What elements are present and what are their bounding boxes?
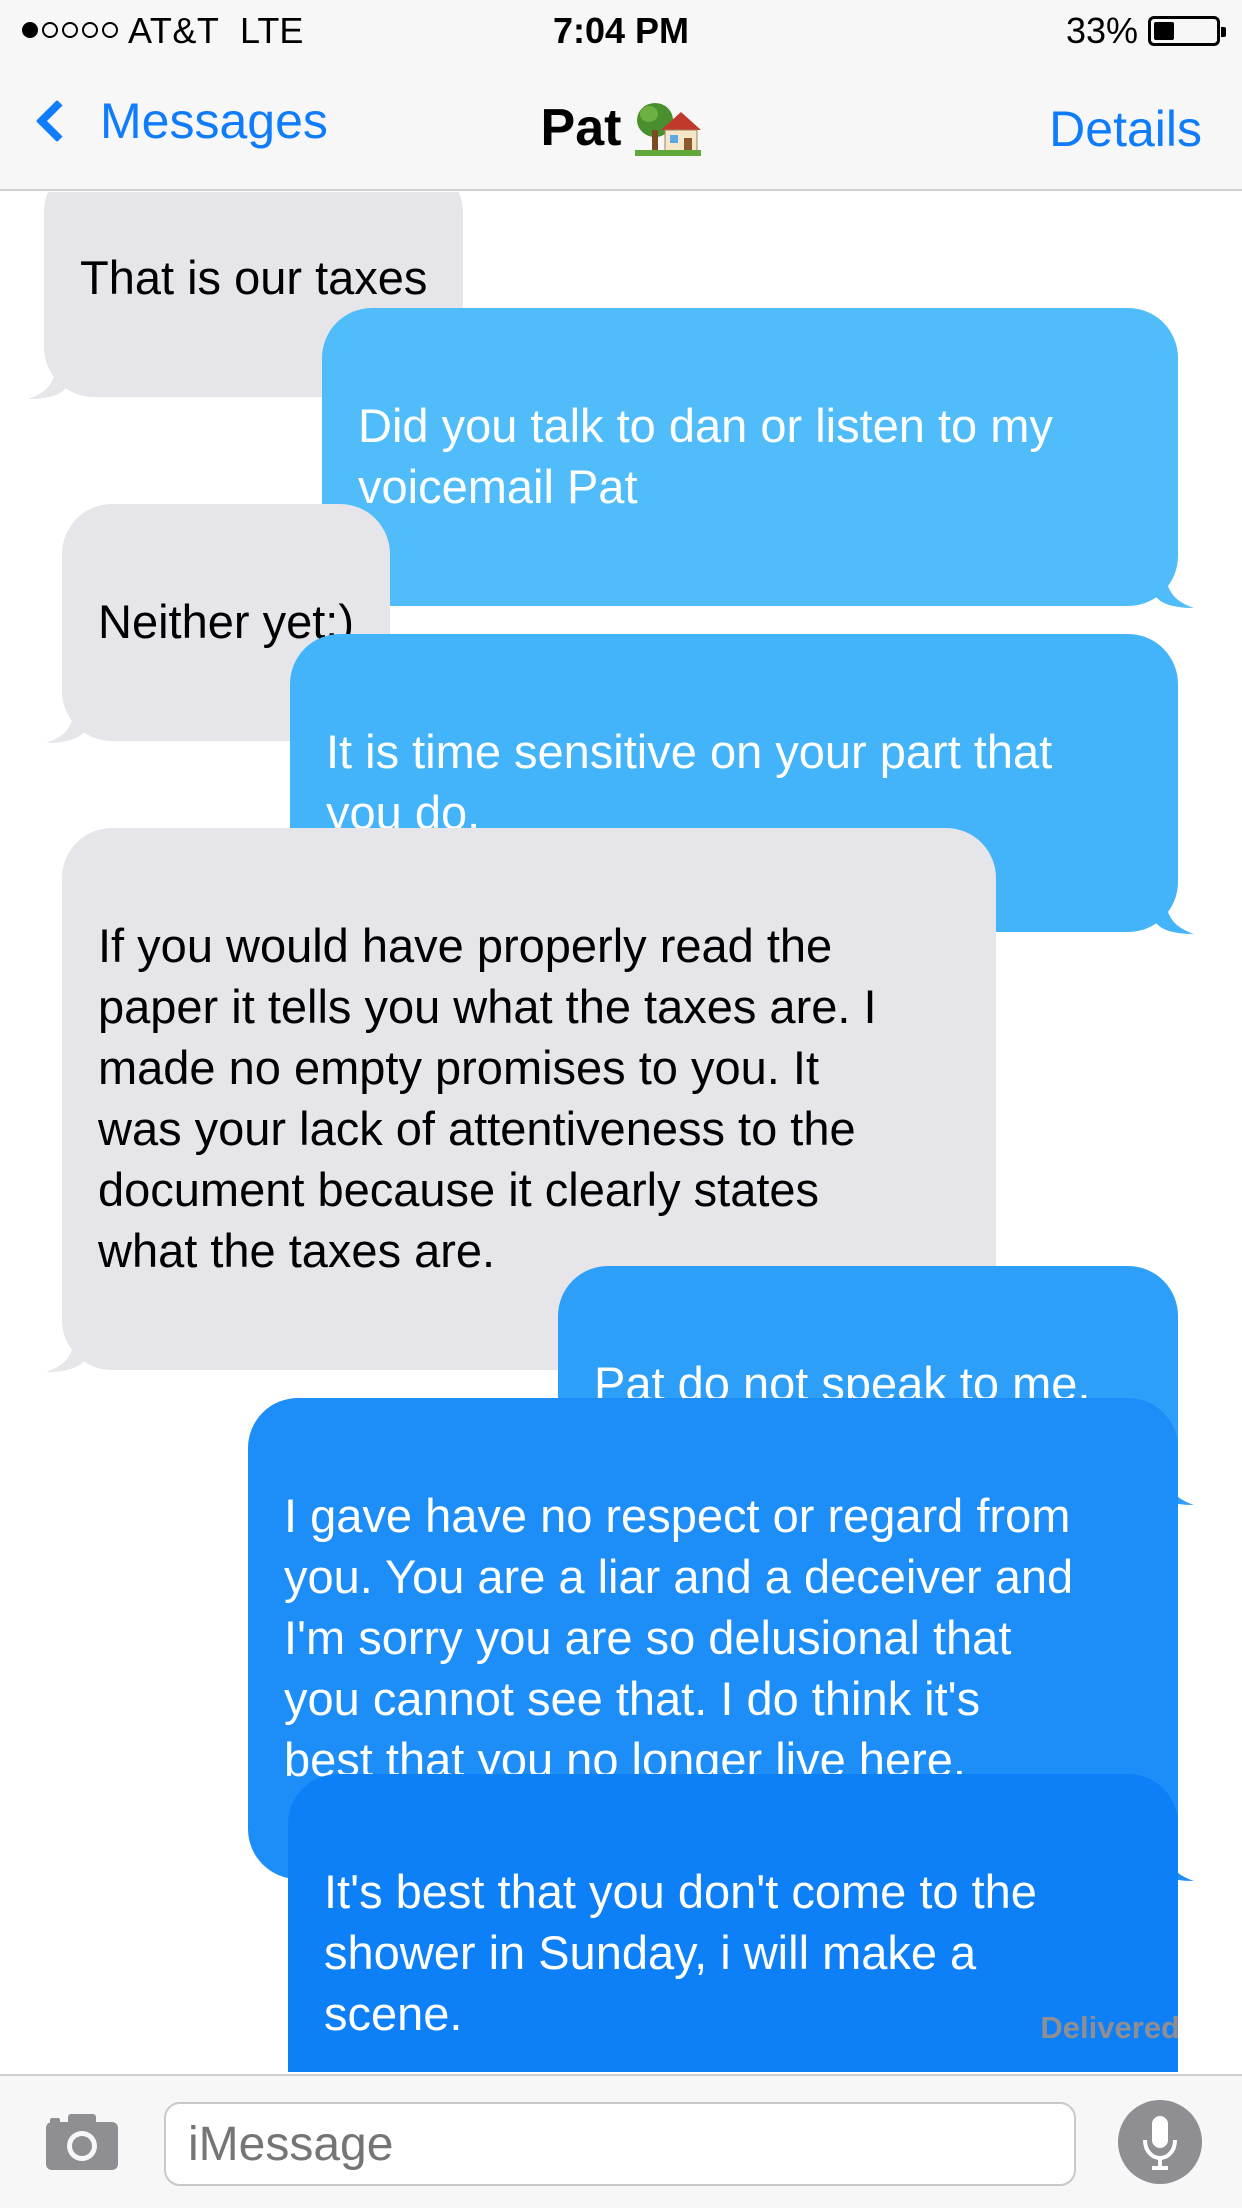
bubble-tail xyxy=(46,1336,86,1372)
battery-level xyxy=(1154,22,1174,40)
compose-bar xyxy=(0,2074,1242,2208)
battery-icon xyxy=(1148,16,1226,46)
status-bar: AT&T LTE 7:04 PM 33% xyxy=(0,0,1242,62)
status-time: 7:04 PM xyxy=(552,10,690,51)
message-thread[interactable]: That is our taxes Did you talk to dan or… xyxy=(0,192,1242,2072)
house-with-garden-icon xyxy=(635,103,702,156)
top-bar: AT&T LTE 7:04 PM 33% Messages Pat Detail… xyxy=(0,0,1242,191)
contact-name: Pat xyxy=(540,99,622,157)
message-text: That is our taxes xyxy=(80,251,428,304)
message-text: It is time sensitive on your part that y… xyxy=(326,725,1053,839)
message-text: It's best that you don't come to the sho… xyxy=(324,1865,1037,2040)
camera-icon[interactable] xyxy=(44,2110,120,2172)
message-text: If you would have properly read the pape… xyxy=(98,919,877,1277)
delivered-status: Delivered xyxy=(1040,2010,1180,2045)
microphone-button[interactable] xyxy=(1118,2100,1202,2184)
bubble-tail xyxy=(1154,898,1194,934)
message-input[interactable] xyxy=(164,2102,1076,2186)
navigation-bar: Messages Pat Details xyxy=(0,62,1242,190)
bubble-tail xyxy=(28,363,68,399)
details-button[interactable]: Details xyxy=(1049,100,1202,158)
bubble-tail xyxy=(1154,572,1194,608)
message-text: Did you talk to dan or listen to my voic… xyxy=(358,399,1053,513)
bubble-tail xyxy=(46,707,86,743)
battery-percent: 33% xyxy=(1065,10,1138,51)
outgoing-message[interactable]: Did you talk to dan or listen to my voic… xyxy=(322,308,1194,608)
microphone-icon xyxy=(1143,2116,1177,2170)
message-text: I gave have no respect or regard from yo… xyxy=(284,1489,1074,1786)
